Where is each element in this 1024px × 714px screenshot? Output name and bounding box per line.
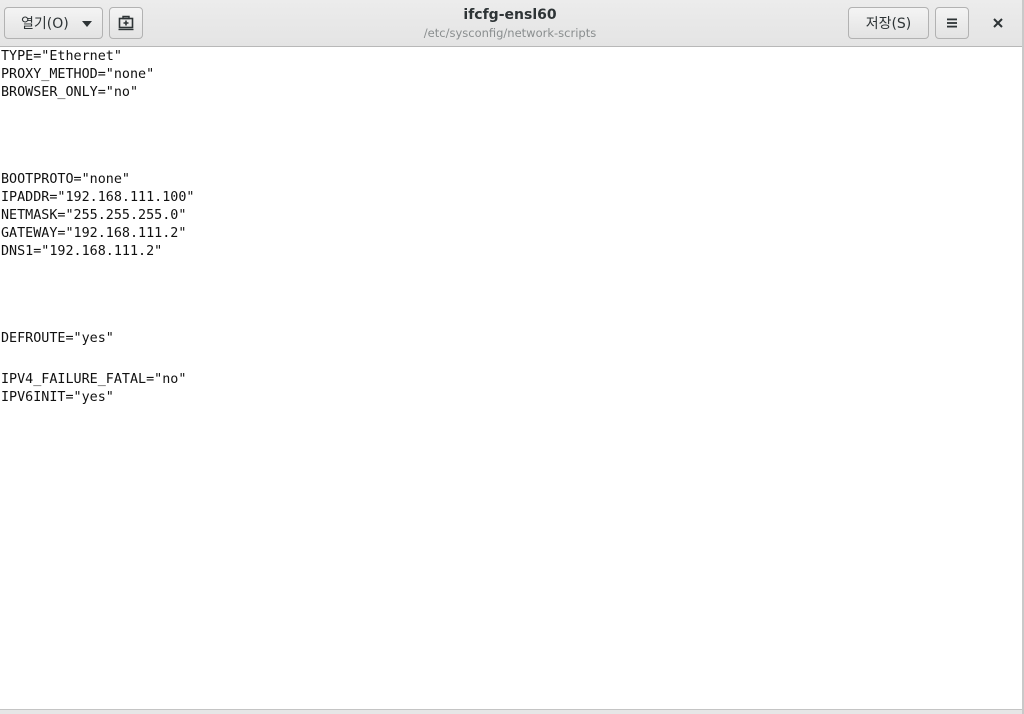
editor-line[interactable]: NETMASK="255.255.255.0" <box>1 207 186 225</box>
editor-line[interactable]: DEFROUTE="yes" <box>1 330 114 348</box>
document-path: /etc/sysconfig/network-scripts <box>423 26 597 40</box>
new-document-icon <box>118 15 134 31</box>
editor-line[interactable]: BOOTPROTO="none" <box>1 171 130 189</box>
editor-line[interactable]: TYPE="Ethernet" <box>1 48 122 66</box>
text-editor-window: 열기(O) ifcfg-ensl60 /etc/sysconfig/networ… <box>0 0 1024 714</box>
close-icon <box>993 18 1003 28</box>
editor-line[interactable]: PROXY_METHOD="none" <box>1 66 154 84</box>
editor-line[interactable]: IPV4_FAILURE_FATAL="no" <box>1 371 186 389</box>
save-button[interactable]: 저장(S) <box>848 7 929 39</box>
bottom-edge <box>0 709 1022 714</box>
editor-line[interactable]: IPADDR="192.168.111.100" <box>1 189 194 207</box>
menu-button[interactable] <box>935 7 969 39</box>
header-bar: 열기(O) ifcfg-ensl60 /etc/sysconfig/networ… <box>0 0 1022 47</box>
open-button-label: 열기(O) <box>21 16 69 32</box>
title-block: ifcfg-ensl60 /etc/sysconfig/network-scri… <box>300 6 720 42</box>
text-editor-area[interactable]: TYPE="Ethernet" PROXY_METHOD="none" BROW… <box>0 47 1022 711</box>
editor-line[interactable]: BROWSER_ONLY="no" <box>1 84 138 102</box>
chevron-down-icon[interactable] <box>82 21 92 27</box>
editor-line[interactable]: DNS1="192.168.111.2" <box>1 243 162 261</box>
open-button[interactable]: 열기(O) <box>4 7 103 39</box>
hamburger-menu-icon <box>947 18 957 28</box>
document-title: ifcfg-ensl60 <box>463 7 557 23</box>
new-tab-button[interactable] <box>109 7 143 39</box>
close-button[interactable] <box>982 7 1014 39</box>
save-button-label: 저장(S) <box>865 16 912 32</box>
editor-line[interactable]: IPV6INIT="yes" <box>1 389 114 407</box>
editor-line[interactable]: GATEWAY="192.168.111.2" <box>1 225 186 243</box>
